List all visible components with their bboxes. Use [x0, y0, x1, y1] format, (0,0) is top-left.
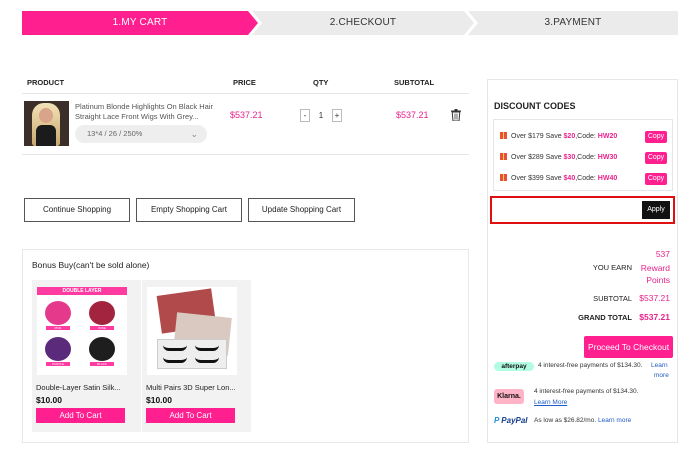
discount-codes-title: DISCOUNT CODES: [494, 101, 576, 111]
step-my-cart: 1.MY CART: [22, 11, 258, 35]
bonus-buy-section: Bonus Buy(can't be sold alone) DOUBLE LA…: [22, 249, 469, 443]
gift-icon: [500, 132, 507, 139]
item-price: $537.21: [230, 110, 263, 120]
coupon-form: Apply: [490, 196, 675, 224]
bonus-product-image[interactable]: DOUBLE LAYER PINK WINE PURPLE BLACK: [37, 287, 127, 375]
qty-increase-button[interactable]: +: [332, 108, 342, 122]
gift-icon: [500, 153, 507, 160]
col-header-qty: QTY: [313, 78, 329, 87]
bonus-product-card: DOUBLE LAYER PINK WINE PURPLE BLACK Doub…: [32, 280, 141, 432]
product-name[interactable]: Platinum Blonde Highlights On Black Hair…: [75, 102, 215, 122]
bonus-product-image[interactable]: [147, 287, 237, 375]
reward-label: Reward: [640, 263, 670, 273]
qty-value[interactable]: 1: [310, 109, 332, 122]
bonus-product-price: $10.00: [36, 395, 62, 405]
update-cart-button[interactable]: Update Shopping Cart: [248, 198, 355, 222]
header-divider: [22, 93, 469, 94]
checkout-progress: 1.MY CART 2.CHECKOUT 3.PAYMENT: [22, 11, 678, 35]
qty-decrease-button[interactable]: -: [300, 108, 310, 122]
copy-code-button[interactable]: Copy: [645, 152, 667, 164]
discount-code-row: Over $399 Save $40,Code: HW40: [500, 173, 617, 185]
step-payment: 3.PAYMENT: [468, 11, 678, 35]
item-divider: [22, 154, 469, 155]
grand-total-value: $537.21: [639, 312, 670, 322]
step-checkout: 2.CHECKOUT: [252, 11, 474, 35]
afterpay-text: 4 interest-free payments of $134.30.: [538, 362, 643, 369]
klarna-text: 4 interest-free payments of $134.30.: [534, 388, 639, 395]
add-to-cart-button[interactable]: Add To Cart: [146, 408, 235, 423]
bonus-product-card: Multi Pairs 3D Super Lon... $10.00 Add T…: [142, 280, 251, 432]
col-header-price: PRICE: [233, 78, 256, 87]
discount-code-row: Over $179 Save $20,Code: HW20: [500, 131, 617, 143]
item-subtotal: $537.21: [396, 110, 429, 120]
bonus-product-price: $10.00: [146, 395, 172, 405]
col-header-product: PRODUCT: [27, 78, 65, 87]
col-header-subtotal: SUBTOTAL: [394, 78, 435, 87]
paypal-mark-icon: P: [494, 416, 500, 425]
copy-code-button[interactable]: Copy: [645, 173, 667, 185]
afterpay-logo: afterpay: [494, 362, 534, 371]
gift-icon: [500, 174, 507, 181]
klarna-logo: Klarna.: [494, 389, 524, 404]
trash-icon[interactable]: [451, 109, 461, 121]
apply-button[interactable]: Apply: [642, 201, 670, 219]
bonus-product-title[interactable]: Multi Pairs 3D Super Lon...: [146, 383, 236, 392]
add-to-cart-button[interactable]: Add To Cart: [36, 408, 125, 423]
proceed-to-checkout-button[interactable]: Proceed To Checkout: [584, 336, 673, 358]
chevron-down-icon: ⌄: [190, 129, 198, 139]
bonus-product-title[interactable]: Double-Layer Satin Silk...: [36, 383, 121, 392]
afterpay-learn-link[interactable]: Learn: [651, 361, 668, 371]
order-summary-panel: DISCOUNT CODES Over $179 Save $20,Code: …: [487, 79, 678, 443]
quantity-stepper: - 1 +: [300, 108, 342, 122]
variant-select[interactable]: 13*4 / 26 / 250% ⌄: [75, 125, 207, 143]
copy-code-button[interactable]: Copy: [645, 131, 667, 143]
klarna-learn-more-link[interactable]: Learn More: [534, 398, 567, 408]
paypal-logo: P PayPal: [494, 416, 528, 425]
paypal-learn-more-link[interactable]: Learn more: [598, 416, 631, 426]
empty-cart-button[interactable]: Empty Shopping Cart: [136, 198, 242, 222]
continue-shopping-button[interactable]: Continue Shopping: [24, 198, 130, 222]
coupon-input[interactable]: [494, 200, 644, 220]
product-thumbnail[interactable]: [24, 101, 69, 146]
points-label: Points: [646, 275, 670, 285]
bonus-buy-title: Bonus Buy(can't be sold alone): [32, 260, 150, 270]
discount-code-list: Over $179 Save $20,Code: HW20 Copy Over …: [493, 119, 673, 191]
paypal-text: As low as $26.82/mo.: [534, 417, 597, 424]
afterpay-more-link[interactable]: more: [654, 371, 669, 381]
subtotal-value: $537.21: [639, 293, 670, 303]
discount-code-row: Over $289 Save $30,Code: HW30: [500, 152, 617, 164]
reward-points-value: 537: [655, 249, 670, 259]
